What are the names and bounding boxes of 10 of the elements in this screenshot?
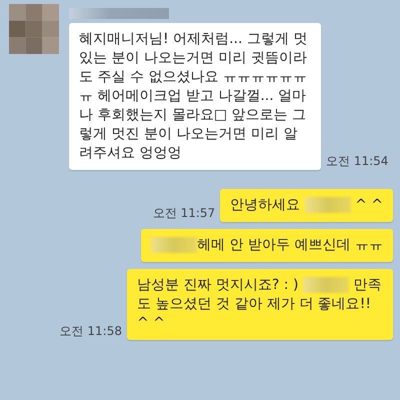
redacted-block [302,277,349,294]
redacted-block [151,237,198,254]
message-time: 오전 11:58 [60,323,122,340]
message-bubble: 남성분 진짜 멋지시죠? : ) 만족도 높으셨던 것 같아 제가 더 좋네요!! ^ ^ [127,269,393,340]
message-bubble: 헤메 안 받아두 예쁘신데 ㅠㅠ [141,229,393,262]
message-time: 오전 11:57 [152,205,216,222]
message-time: 오전 11:54 [326,153,388,170]
redacted-block [304,197,351,214]
message-bubble: 혜지매니저님! 어제처럼... 그렇게 멋있는 분이 나오는거면 미리 귓뜸이라도 주실 수 없으셨나요 ㅠㅠㅠㅠㅠㅠㅠ 헤어메이크업 받고 나갈껄... 얼마나 후회했는지 몰라요□ 앞으로는 그렇게 멋진 분이 나오는거면 미리 알려주셔요 엉엉엉 [69,23,321,170]
message-bubble: 안녕하세요 ^ ^ [220,189,393,222]
